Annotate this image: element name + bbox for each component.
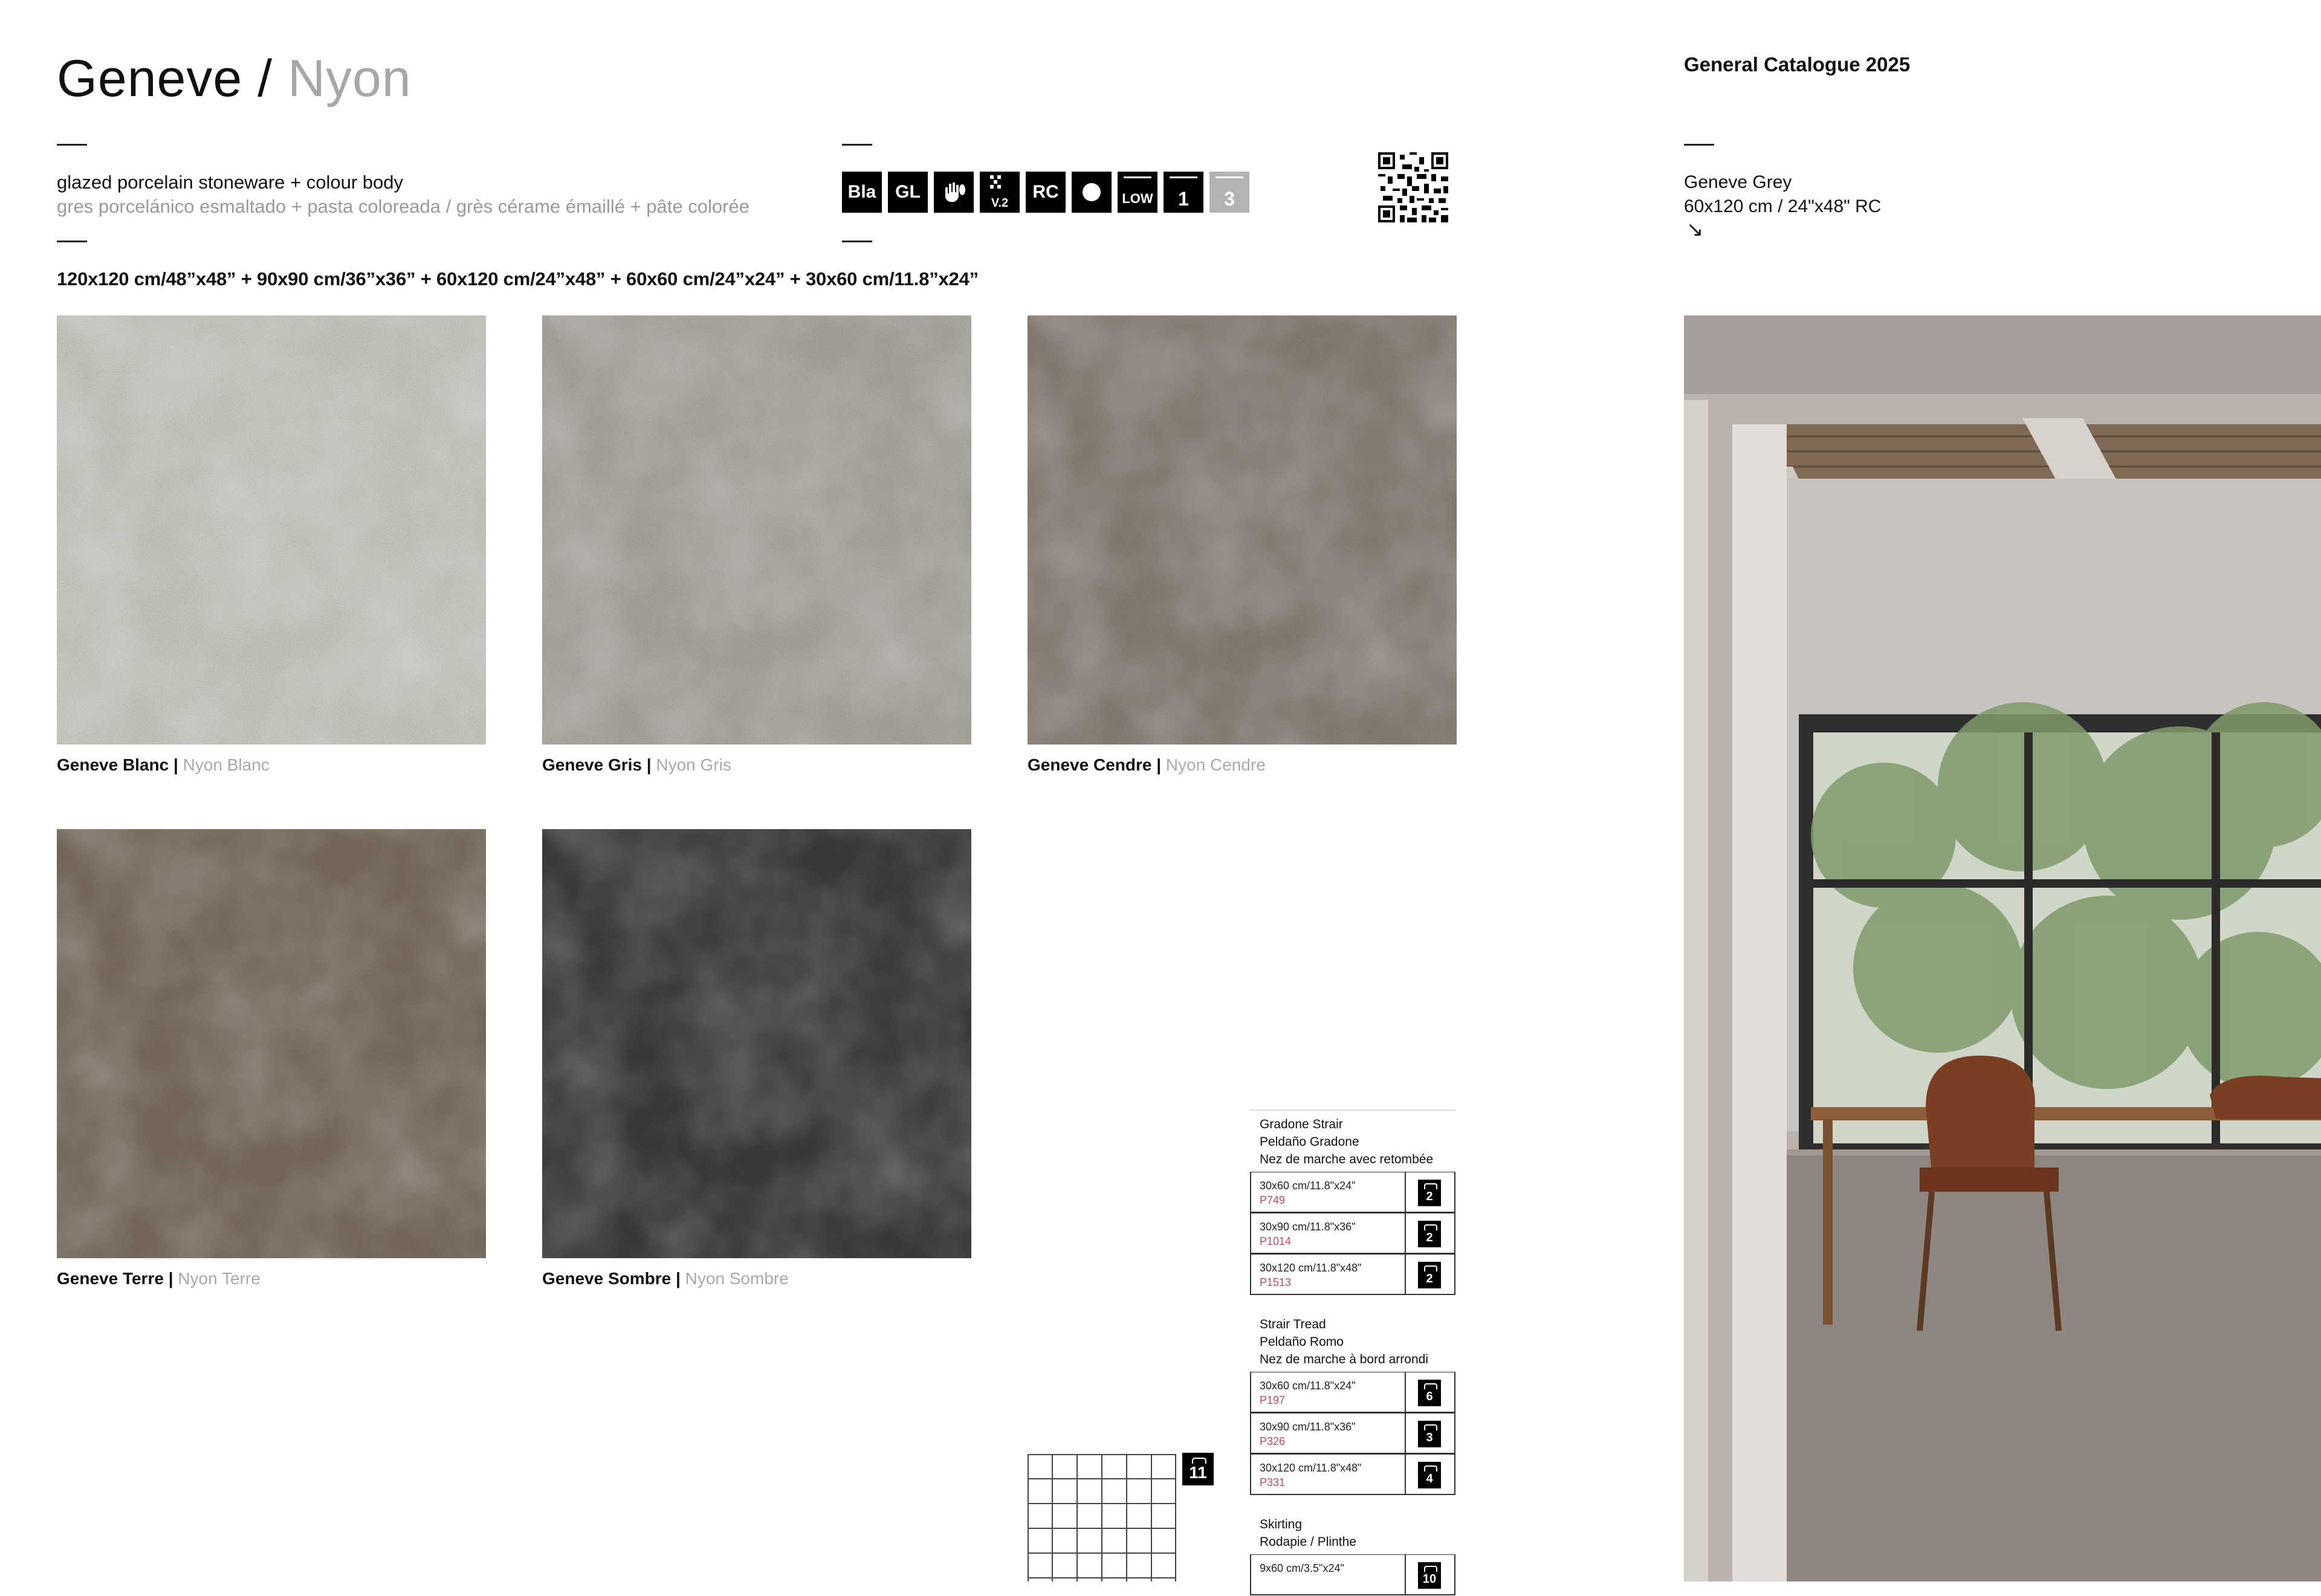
trim-row: 30x90 cm/11.8"x36" P1014 2	[1250, 1213, 1455, 1254]
trim-row: 30x120 cm/11.8"x48" P331 4	[1250, 1454, 1455, 1495]
swatch-geneve-sombre[interactable]	[542, 829, 971, 1258]
box-pieces-icon: 11	[1182, 1453, 1214, 1485]
box-pieces-icon: 2	[1418, 1221, 1441, 1247]
trim-title-es: Rodapie / Plinthe	[1260, 1535, 1356, 1549]
trim-row: 9x60 cm/3.5"x24" 10	[1250, 1554, 1455, 1595]
swatch-caption: Geneve Cendre | Nyon Cendre	[1028, 755, 1266, 774]
description-en: glazed porcelain stoneware + colour body	[57, 172, 404, 193]
bla-icon: Bla	[842, 172, 882, 213]
gl-icon: GL	[888, 172, 928, 213]
three-icon: 3	[1209, 172, 1249, 213]
trim-row: 30x90 cm/11.8"x36" P326 3	[1250, 1413, 1455, 1454]
divider	[842, 241, 872, 242]
trim-title-es: Peldaño Romo	[1260, 1335, 1344, 1349]
trim-row: 30x60 cm/11.8"x24" P197 6	[1250, 1372, 1455, 1413]
dot-icon	[1072, 172, 1112, 213]
low-icon: LOW	[1118, 172, 1157, 213]
trim-row: 30x60 cm/11.8"x24" P749 2	[1250, 1172, 1455, 1213]
v2-icon: V.2	[980, 172, 1020, 213]
divider	[842, 144, 872, 146]
featured-size: 60x120 cm / 24"x48" RC	[1684, 196, 1882, 216]
rc-icon: RC	[1026, 172, 1066, 213]
one-icon: 1	[1164, 172, 1203, 213]
trim-title: Strair Tread	[1260, 1317, 1326, 1331]
mosaic-grid-diagram	[1028, 1454, 1176, 1581]
box-pieces-icon: 3	[1418, 1421, 1441, 1447]
trim-title: Skirting	[1260, 1517, 1303, 1531]
swatch-caption: Geneve Gris | Nyon Gris	[542, 755, 731, 774]
divider	[57, 144, 87, 146]
arrow-down-right-icon: ↘	[1686, 218, 1704, 241]
technical-icons: Bla GL V.2 RC LOW 1 3	[842, 172, 1249, 213]
divider	[1684, 144, 1714, 146]
swatch-geneve-terre[interactable]	[57, 829, 486, 1258]
box-pieces-icon: 2	[1418, 1262, 1441, 1288]
room-photo	[1684, 315, 2321, 1581]
page-title: Geneve / Nyon	[57, 48, 412, 109]
trim-title-fr: Nez de marche à bord arrondi	[1260, 1352, 1428, 1366]
formats-line: 120x120 cm/48”x48” + 90x90 cm/36”x36” + …	[57, 268, 979, 289]
qr-code-icon[interactable]	[1378, 152, 1448, 222]
swatch-caption: Geneve Terre | Nyon Terre	[57, 1269, 261, 1288]
box-pieces-icon: 10	[1418, 1562, 1441, 1589]
trim-title-fr: Nez de marche avec retombée	[1260, 1152, 1434, 1166]
title-main: Geneve	[57, 50, 243, 108]
swatch-geneve-blanc[interactable]	[57, 315, 486, 745]
trim-strair-tread: Strair Tread Peldaño Romo Nez de marche …	[1250, 1316, 1455, 1495]
trim-skirting: Skirting Rodapie / Plinthe 9x60 cm/3.5"x…	[1250, 1516, 1455, 1595]
trim-gradone: Gradone Strair Peldaño Gradone Nez de ma…	[1250, 1116, 1455, 1295]
divider	[1250, 1110, 1455, 1111]
box-pieces-icon: 4	[1418, 1462, 1441, 1488]
box-pieces-icon: 6	[1418, 1380, 1441, 1406]
trim-title: Gradone Strair	[1260, 1117, 1343, 1131]
title-alt: Nyon	[287, 50, 412, 108]
swatch-geneve-gris[interactable]	[542, 315, 971, 745]
featured-name: Geneve Grey	[1684, 172, 1792, 192]
catalog-label: General Catalogue 2025	[1684, 53, 1911, 76]
swatch-geneve-cendre[interactable]	[1028, 315, 1457, 745]
swatch-caption: Geneve Sombre | Nyon Sombre	[542, 1269, 789, 1288]
divider	[57, 241, 87, 242]
trim-row: 30x120 cm/11.8"x48" P1513 2	[1250, 1254, 1455, 1295]
trim-title-es: Peldaño Gradone	[1260, 1135, 1359, 1149]
title-separator: /	[257, 50, 273, 108]
swatch-caption: Geneve Blanc | Nyon Blanc	[57, 755, 270, 774]
description-es-fr: gres porcelánico esmaltado + pasta color…	[57, 196, 749, 217]
box-pieces-icon: 2	[1418, 1180, 1441, 1206]
hand-icon	[934, 172, 974, 213]
